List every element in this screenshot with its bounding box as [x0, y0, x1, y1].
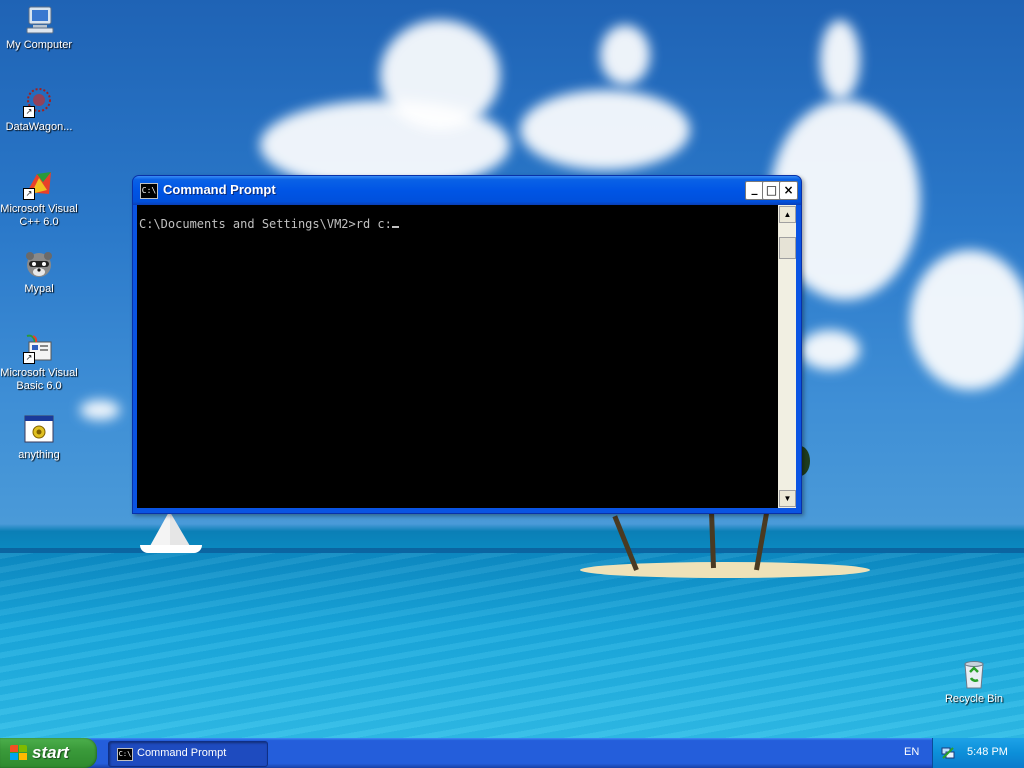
console-output-line: C:\Documents and Settings\VM2>rd c:	[139, 217, 399, 231]
application-icon	[23, 414, 55, 446]
console-area[interactable]: C:\Documents and Settings\VM2>rd c:	[137, 205, 778, 508]
network-icon[interactable]	[941, 746, 955, 760]
recycle-bin-icon	[958, 658, 990, 690]
desktop-icon-label: anything	[18, 449, 60, 461]
desktop-icon-label: DataWagon...	[5, 121, 73, 133]
system-tray: 5:48 PM	[932, 738, 1024, 768]
scroll-up-button[interactable]: ▲	[779, 206, 796, 223]
shortcut-arrow-icon: ↗	[23, 352, 35, 364]
taskbar-item-command-prompt[interactable]: C:\ Command Prompt	[108, 741, 268, 767]
visual-cpp-icon: ↗	[23, 168, 55, 200]
datawagon-icon: ↗	[23, 86, 55, 118]
my-computer-icon	[23, 4, 55, 36]
clock[interactable]: 5:48 PM	[967, 746, 1008, 758]
island	[580, 562, 870, 578]
command-prompt-icon[interactable]: C:\	[140, 183, 158, 199]
shortcut-arrow-icon: ↗	[23, 188, 35, 200]
desktop-icon-mypal[interactable]: Mypal	[0, 248, 79, 296]
window-titlebar[interactable]: C:\ Command Prompt _ □ ×	[133, 176, 801, 205]
cloud	[910, 250, 1024, 390]
sailboat-sail	[150, 510, 170, 546]
close-button[interactable]: ×	[779, 181, 798, 200]
command-prompt-icon: C:\	[117, 748, 133, 761]
start-label: start	[32, 743, 69, 762]
taskbar-item-label: Command Prompt	[137, 747, 227, 759]
desktop-icon-visual-cpp[interactable]: ↗ Microsoft Visual C++ 6.0	[0, 168, 79, 229]
scroll-thumb[interactable]	[779, 237, 796, 259]
desktop-icon-label: My Computer	[5, 39, 73, 51]
vertical-scrollbar[interactable]: ▲ ▼	[778, 205, 796, 508]
text-cursor	[391, 226, 399, 228]
window-title: Command Prompt	[163, 182, 276, 197]
mypal-raccoon-icon	[23, 248, 55, 280]
cloud	[800, 330, 860, 370]
desktop-icon-visual-basic[interactable]: ↗ Microsoft Visual Basic 6.0	[0, 332, 79, 393]
command-prompt-window[interactable]: C:\ Command Prompt _ □ × C:\Documents an…	[132, 175, 802, 514]
desktop-icon-label: Microsoft Visual C++ 6.0	[0, 203, 78, 228]
start-button[interactable]: start	[0, 738, 97, 768]
palm-tree	[709, 511, 716, 569]
windows-logo-icon	[10, 745, 28, 761]
desktop-icon-anything[interactable]: anything	[0, 414, 79, 462]
cloud	[600, 25, 650, 85]
cloud	[380, 20, 500, 130]
shortcut-arrow-icon: ↗	[23, 106, 35, 118]
scroll-down-button[interactable]: ▼	[779, 490, 796, 507]
cloud	[80, 400, 120, 420]
visual-basic-icon: ↗	[23, 332, 55, 364]
sea	[0, 553, 1024, 738]
sailboat-hull	[140, 545, 202, 553]
desktop-icon-label: Microsoft Visual Basic 6.0	[0, 367, 78, 392]
desktop-icon-label: Recycle Bin	[944, 693, 1004, 705]
desktop-icon-datawagon[interactable]: ↗ DataWagon...	[0, 86, 79, 134]
taskbar: start C:\ Command Prompt EN 5:48 PM	[0, 738, 1024, 768]
desktop-icon-recycle-bin[interactable]: Recycle Bin	[934, 658, 1014, 706]
cloud	[820, 20, 860, 100]
desktop-icon-label: Mypal	[24, 283, 54, 295]
sailboat-sail	[170, 512, 190, 546]
language-indicator[interactable]: EN	[904, 746, 919, 758]
command-line-text: C:\Documents and Settings\VM2>rd c:	[139, 217, 392, 231]
desktop-icon-my-computer[interactable]: My Computer	[0, 4, 79, 52]
cloud	[520, 90, 690, 170]
